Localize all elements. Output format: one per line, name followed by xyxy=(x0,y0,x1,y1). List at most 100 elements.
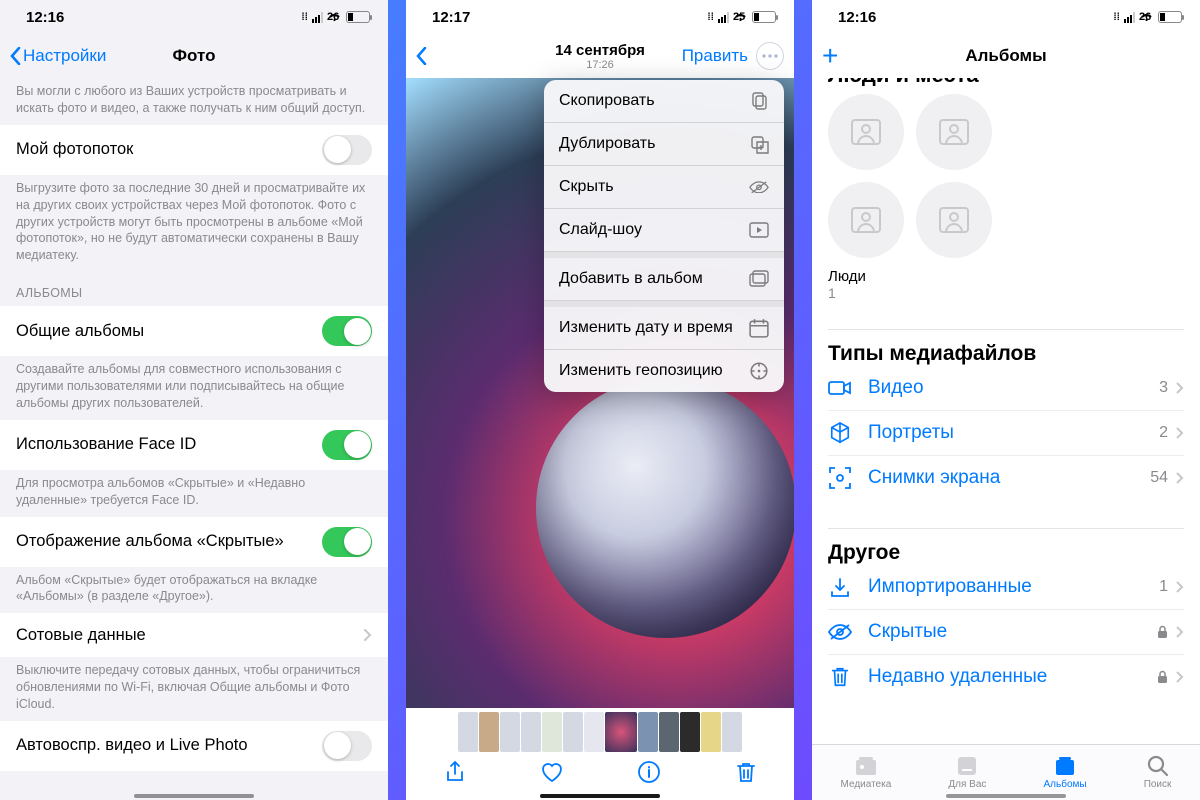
menu-adjust-location[interactable]: Изменить геопозицию xyxy=(544,350,784,392)
add-album-button[interactable]: + xyxy=(822,40,838,72)
cellular-data-cell[interactable]: Сотовые данные xyxy=(0,613,388,657)
row-portraits-label: Портреты xyxy=(868,422,954,444)
location-icon xyxy=(749,361,769,381)
video-icon xyxy=(828,377,852,399)
menu-slideshow[interactable]: Слайд-шоу xyxy=(544,209,784,252)
nav-bar: Настройки Фото xyxy=(0,34,388,78)
tab-library-label: Медиатека xyxy=(841,779,892,790)
row-hidden-label: Скрытые xyxy=(868,621,947,643)
lock-icon xyxy=(1157,625,1168,639)
calendar-icon xyxy=(749,318,769,338)
row-hidden[interactable]: Скрытые xyxy=(828,610,1184,655)
thumbnail-strip[interactable] xyxy=(406,712,794,752)
row-screenshots[interactable]: Снимки экрана 54 xyxy=(828,456,1184,500)
menu-adjust-location-label: Изменить геопозицию xyxy=(559,362,723,380)
photostream-toggle[interactable] xyxy=(322,135,372,165)
shared-albums-toggle[interactable] xyxy=(322,316,372,346)
tab-foryou[interactable]: Для Вас xyxy=(948,755,986,790)
status-time: 12:16 xyxy=(26,9,64,26)
tab-foryou-label: Для Вас xyxy=(948,779,986,790)
photo-subject xyxy=(536,378,794,638)
library-icon xyxy=(854,755,878,777)
battery-icon: 26 xyxy=(346,11,370,23)
faceid-toggle[interactable] xyxy=(322,430,372,460)
tab-albums[interactable]: Альбомы xyxy=(1044,755,1087,790)
settings-list[interactable]: Вы могли с любого из Ваших устройств про… xyxy=(0,78,388,800)
menu-duplicate[interactable]: Дублировать xyxy=(544,123,784,166)
photostream-label: Мой фотопоток xyxy=(16,140,133,159)
row-deleted-label: Недавно удаленные xyxy=(868,666,1047,688)
dual-sim-icon: ⁞⁞ xyxy=(1113,12,1120,23)
status-bar: 12:16 ⁞⁞ 26 xyxy=(0,0,388,34)
menu-adjust-date[interactable]: Изменить дату и время xyxy=(544,307,784,350)
people-placeholder[interactable] xyxy=(916,94,992,170)
menu-add-album-label: Добавить в альбом xyxy=(559,270,703,288)
people-placeholder[interactable] xyxy=(828,94,904,170)
tab-library[interactable]: Медиатека xyxy=(841,755,892,790)
duplicate-icon xyxy=(749,134,769,154)
battery-icon: 26 xyxy=(1158,11,1182,23)
favorite-button[interactable] xyxy=(540,760,564,789)
context-menu: Скопировать Дублировать Скрыть Слайд-шоу… xyxy=(544,80,784,392)
foryou-icon xyxy=(955,755,979,777)
menu-add-album[interactable]: Добавить в альбом xyxy=(544,258,784,301)
play-rect-icon xyxy=(749,220,769,240)
more-button[interactable] xyxy=(756,42,784,70)
menu-slideshow-label: Слайд-шоу xyxy=(559,221,642,239)
menu-duplicate-label: Дублировать xyxy=(559,135,655,153)
faceid-cell[interactable]: Использование Face ID xyxy=(0,420,388,470)
status-time: 12:17 xyxy=(432,9,470,26)
share-button[interactable] xyxy=(443,760,467,789)
shared-albums-footer: Создавайте альбомы для совместного испол… xyxy=(0,356,388,420)
hidden-album-cell[interactable]: Отображение альбома «Скрытые» xyxy=(0,517,388,567)
row-portraits[interactable]: Портреты 2 xyxy=(828,411,1184,456)
delete-button[interactable] xyxy=(734,760,758,789)
home-indicator[interactable] xyxy=(540,794,660,798)
photostream-footer: Выгрузите фото за последние 30 дней и пр… xyxy=(0,175,388,272)
chevron-right-icon xyxy=(1176,472,1184,484)
menu-copy[interactable]: Скопировать xyxy=(544,80,784,123)
people-placeholder[interactable] xyxy=(828,182,904,258)
hidden-album-label: Отображение альбома «Скрытые» xyxy=(16,532,284,551)
home-indicator[interactable] xyxy=(946,794,1066,798)
info-button[interactable] xyxy=(637,760,661,789)
row-video[interactable]: Видео 3 xyxy=(828,366,1184,411)
row-recently-deleted[interactable]: Недавно удаленные xyxy=(828,655,1184,699)
shared-albums-cell[interactable]: Общие альбомы xyxy=(0,306,388,356)
albums-list[interactable]: Люди и места Люди 1 Типы медиафайлов Вид… xyxy=(812,78,1200,744)
autoplay-cell[interactable]: Автовоспр. видео и Live Photo xyxy=(0,721,388,771)
share-icon xyxy=(443,760,467,784)
other-title: Другое xyxy=(828,528,1184,565)
trash-icon xyxy=(734,760,758,784)
copy-icon xyxy=(749,91,769,111)
ellipsis-icon xyxy=(762,54,778,58)
albums-section-label: АЛЬБОМЫ xyxy=(0,272,388,306)
autoplay-toggle[interactable] xyxy=(322,731,372,761)
tab-search[interactable]: Поиск xyxy=(1144,755,1172,790)
people-places-header: Люди и места xyxy=(828,78,1184,86)
chevron-right-icon xyxy=(1176,581,1184,593)
photo-content[interactable]: Скопировать Дублировать Скрыть Слайд-шоу… xyxy=(406,78,794,708)
back-button[interactable] xyxy=(416,47,427,65)
chevron-right-icon xyxy=(1176,427,1184,439)
back-button[interactable]: Настройки xyxy=(10,46,106,66)
people-placeholder[interactable] xyxy=(916,182,992,258)
chevron-right-icon xyxy=(1176,671,1184,683)
photostream-cell[interactable]: Мой фотопоток xyxy=(0,125,388,175)
chevron-right-icon xyxy=(1176,382,1184,394)
menu-hide[interactable]: Скрыть xyxy=(544,166,784,209)
row-video-count: 3 xyxy=(1159,379,1168,397)
edit-button[interactable]: Править xyxy=(682,46,748,66)
intro-footer-text: Вы могли с любого из Ваших устройств про… xyxy=(0,78,388,125)
battery-icon: 25 xyxy=(752,11,776,23)
mediatypes-title: Типы медиафайлов xyxy=(828,329,1184,366)
menu-copy-label: Скопировать xyxy=(559,92,655,110)
row-imported[interactable]: Импортированные 1 xyxy=(828,565,1184,610)
eye-slash-icon xyxy=(828,621,852,643)
home-indicator[interactable] xyxy=(134,794,254,798)
hidden-album-toggle[interactable] xyxy=(322,527,372,557)
cellular-data-label: Сотовые данные xyxy=(16,626,146,645)
row-imported-label: Импортированные xyxy=(868,576,1032,598)
search-icon xyxy=(1146,755,1170,777)
status-right: ⁞⁞ 25 xyxy=(707,11,776,23)
